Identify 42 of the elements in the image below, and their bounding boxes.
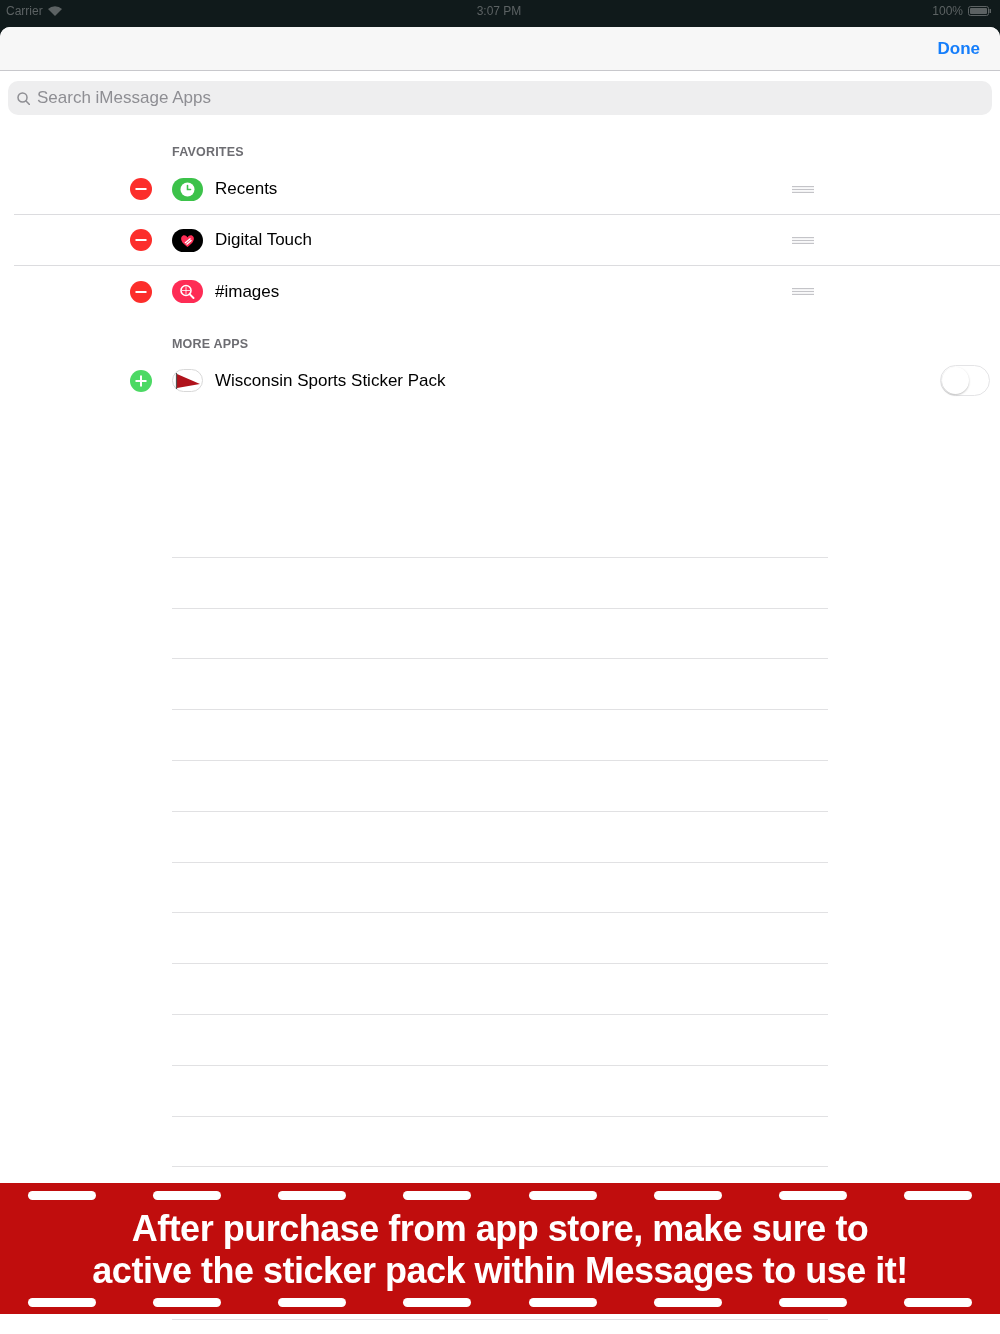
remove-icon[interactable]: [130, 280, 152, 303]
stitch-dash-icon: [778, 1191, 847, 1200]
stitch-dash-icon: [904, 1191, 972, 1200]
stitch-dash-icon: [278, 1298, 347, 1307]
status-time: 3:07 PM: [476, 4, 522, 18]
done-button[interactable]: Done: [937, 38, 980, 59]
add-icon[interactable]: [130, 369, 152, 392]
remove-icon[interactable]: [130, 178, 152, 200]
stitch-dash-icon: [403, 1191, 472, 1200]
pennant-icon: [172, 369, 203, 392]
stitch-dash-icon: [28, 1191, 96, 1200]
carrier-label: Carrier: [6, 4, 43, 18]
search-icon: [17, 91, 30, 105]
wifi-icon: [47, 6, 62, 16]
stitch-dash-icon: [28, 1298, 96, 1307]
stitch-dash-icon: [528, 1298, 597, 1307]
stitch-dash-icon: [528, 1191, 597, 1200]
drag-handle-icon[interactable]: [792, 185, 814, 193]
battery-percentage: 100%: [932, 4, 963, 18]
section-header: MORE APPS: [172, 336, 249, 352]
battery-icon: [968, 6, 992, 16]
stitch-dash-icon: [653, 1298, 722, 1307]
stitch-dash-icon: [653, 1191, 722, 1200]
search-field[interactable]: Search iMessage Apps: [8, 81, 992, 115]
clock-icon: [172, 177, 203, 201]
app-name: Digital Touch: [215, 230, 314, 250]
app-name: Recents: [215, 179, 279, 199]
drag-handle-icon[interactable]: [792, 236, 814, 244]
stitch-dash-icon: [153, 1191, 222, 1200]
banner-message: After purchase from app store, make sure to active the sticker pack within Messages to use it!: [91, 1208, 909, 1292]
stitch-dash-icon: [778, 1298, 847, 1307]
app-name: Wisconsin Sports Sticker Pack: [215, 370, 447, 391]
drag-handle-icon[interactable]: [792, 288, 814, 295]
stitch-dash-icon: [153, 1298, 222, 1307]
magnifier-icon: [172, 280, 203, 303]
section-header: FAVORITES: [172, 145, 244, 160]
stitch-dash-icon: [904, 1298, 972, 1307]
remove-icon[interactable]: [130, 229, 152, 251]
stitch-dash-icon: [278, 1191, 347, 1200]
stitch-dash-icon: [403, 1298, 472, 1307]
app-name: #images: [215, 281, 281, 302]
toggle-switch[interactable]: [940, 365, 990, 396]
